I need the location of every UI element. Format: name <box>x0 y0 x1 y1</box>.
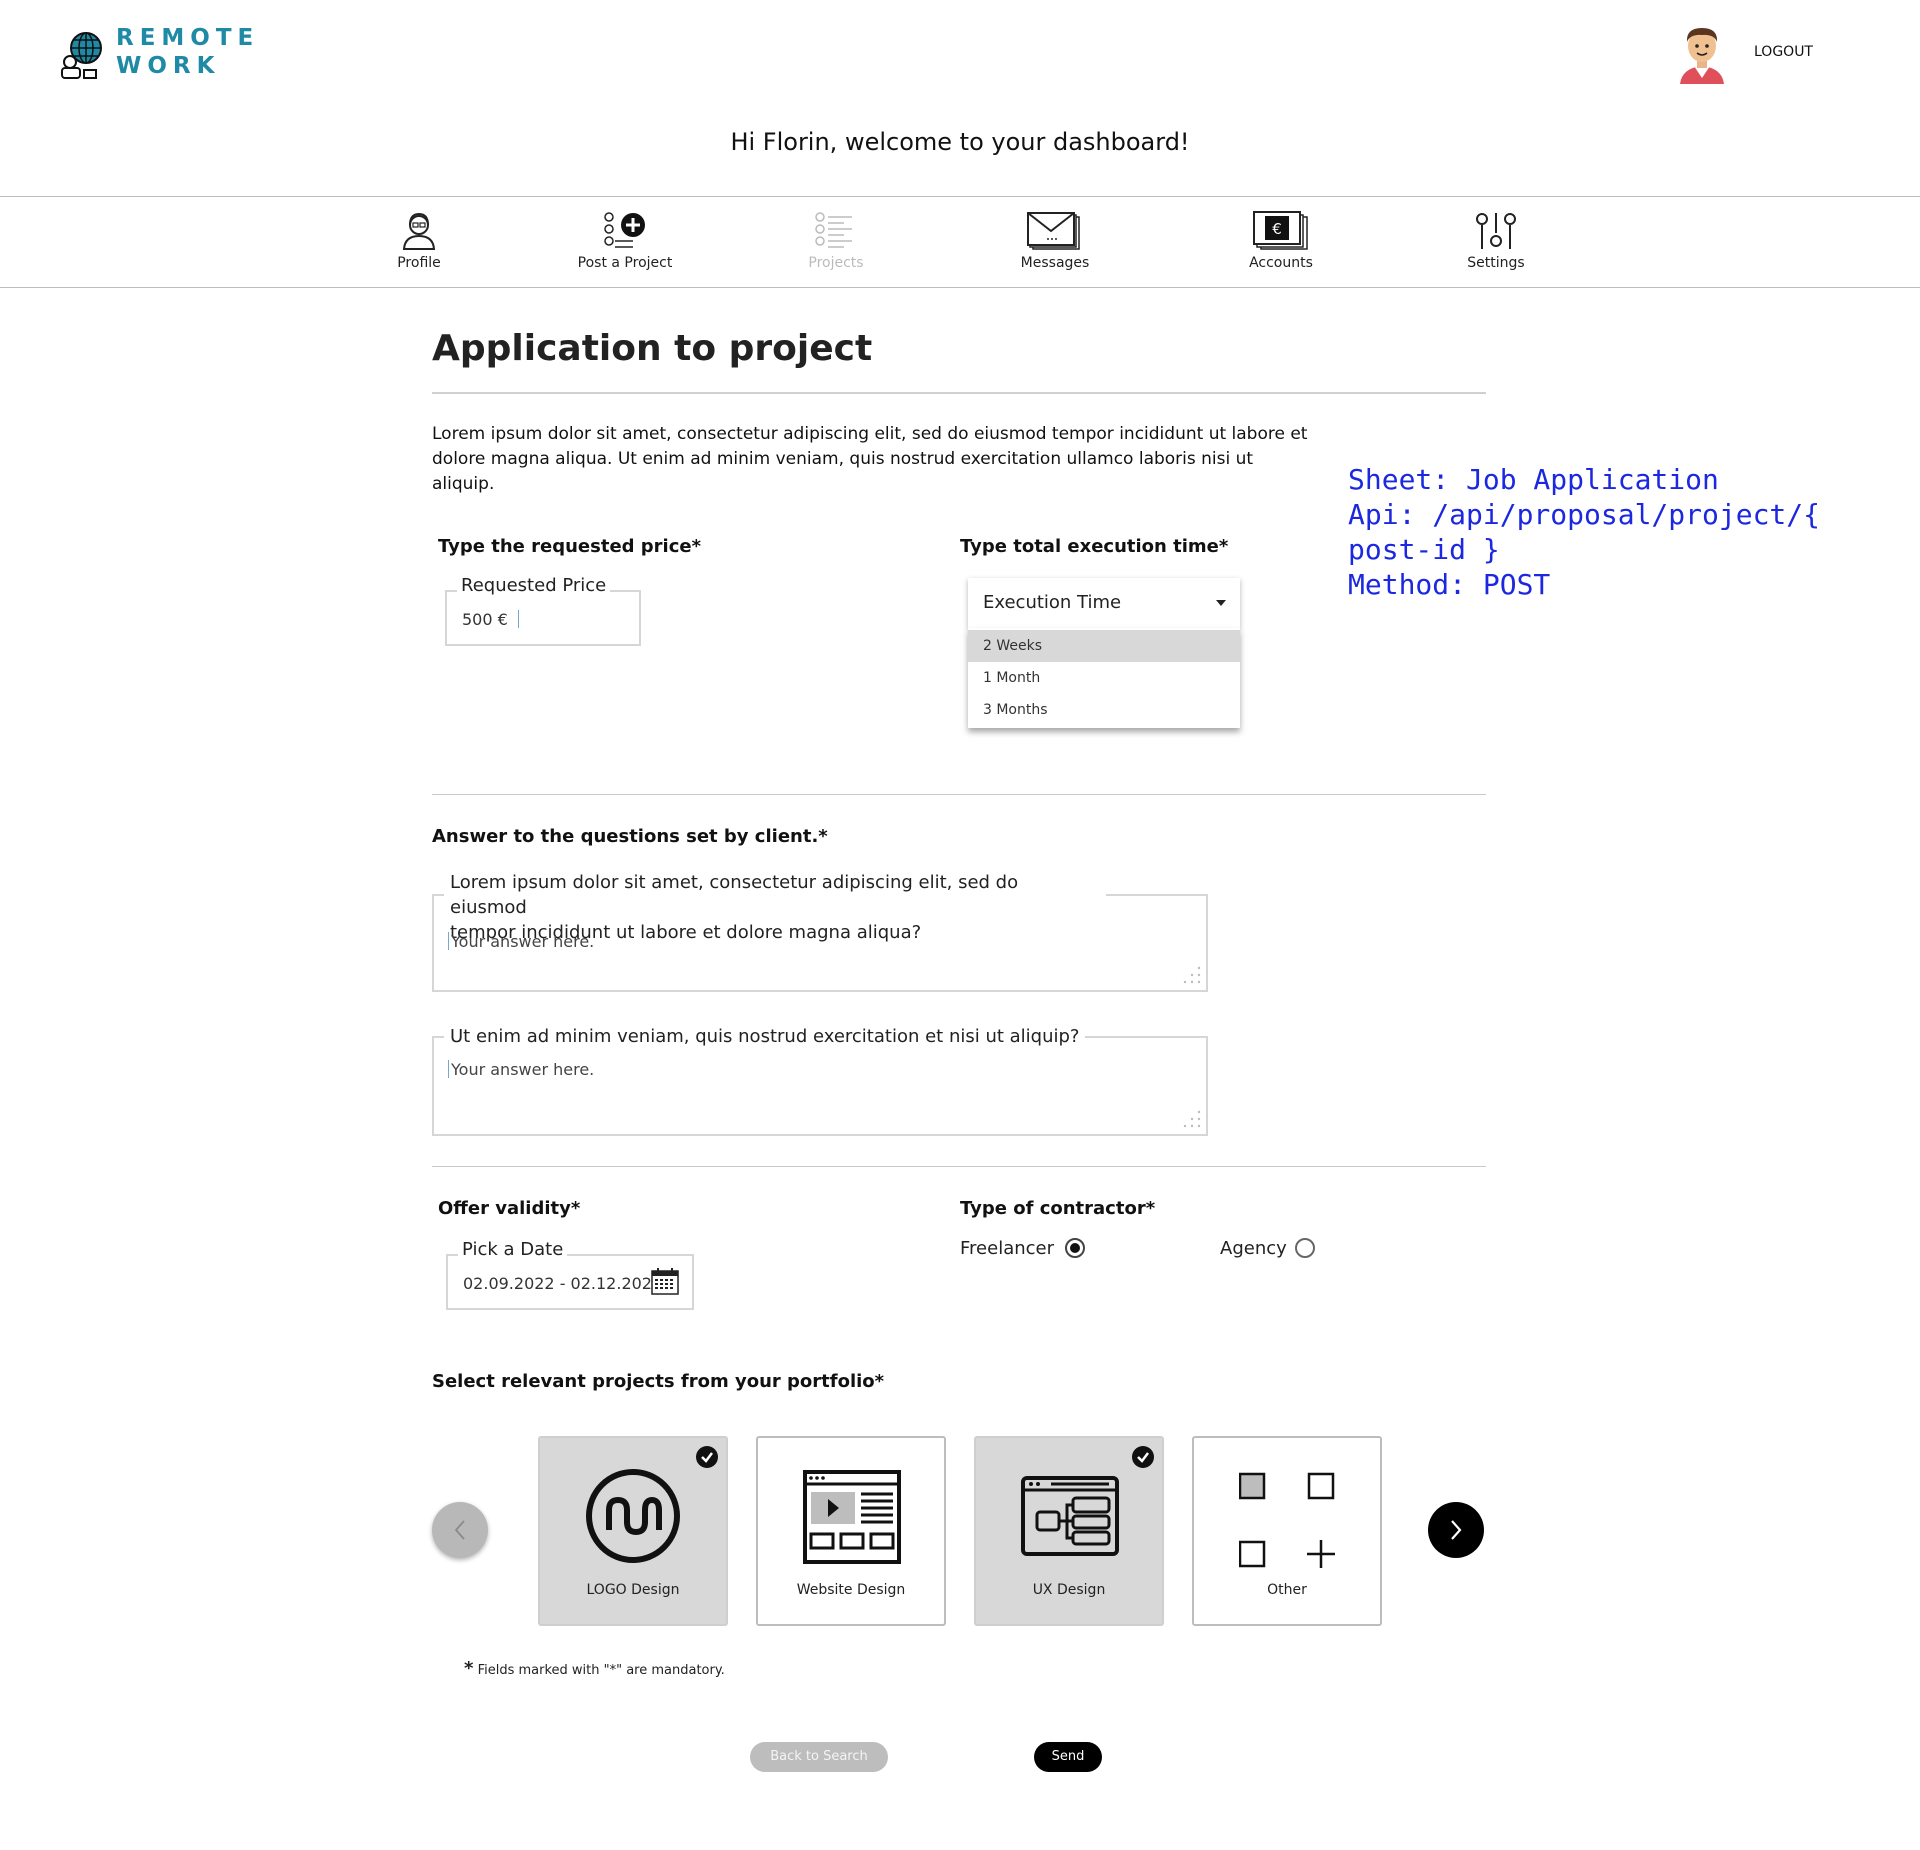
api-note-method: Method: POST <box>1348 568 1551 601</box>
execution-label: Type total execution time* <box>960 536 1229 557</box>
answer-2-field[interactable]: Ut enim ad minim veniam, quis nostrud ex… <box>432 1024 1208 1136</box>
question-2-text: Ut enim ad minim veniam, quis nostrud ex… <box>444 1024 1086 1049</box>
carousel-prev-button[interactable] <box>432 1502 488 1558</box>
nav-item-post-project[interactable]: Post a Project <box>555 211 695 271</box>
messages-icon <box>1027 212 1080 250</box>
requested-price-value[interactable]: 500 € <box>462 610 521 629</box>
logo-line-2: WORK <box>116 53 221 79</box>
main-nav: Profile Post a Project Projects Messages… <box>0 196 1920 288</box>
ux-design-icon <box>1021 1476 1119 1556</box>
card-label-other: Other <box>1267 1582 1307 1598</box>
portfolio-card-logo-design[interactable]: LOGO Design <box>538 1436 728 1626</box>
other-icon <box>1239 1472 1335 1568</box>
answer-1-placeholder[interactable]: Your answer here. <box>448 932 594 951</box>
execution-time-dropdown[interactable]: Execution Time <box>968 578 1240 628</box>
offer-validity-date-field[interactable]: Pick a Date 02.09.2022 - 02.12.2022 <box>446 1239 694 1310</box>
check-icon <box>1132 1446 1154 1468</box>
logo-wordmark[interactable]: REMOTE WORK <box>116 24 259 80</box>
nav-item-settings[interactable]: Settings <box>1426 211 1566 271</box>
avatar[interactable] <box>1674 22 1730 84</box>
nav-label-settings: Settings <box>1467 255 1525 271</box>
settings-icon <box>1476 213 1516 249</box>
carousel-next-button[interactable] <box>1428 1502 1484 1558</box>
validity-label: Offer validity* <box>438 1198 581 1219</box>
section-divider <box>432 794 1486 795</box>
send-button[interactable]: Send <box>1034 1742 1102 1772</box>
answer-2-placeholder[interactable]: Your answer here. <box>448 1060 594 1079</box>
resize-handle-icon[interactable] <box>1180 1108 1202 1130</box>
page-title: Application to project <box>432 328 873 369</box>
card-label-ux-design: UX Design <box>1032 1582 1106 1598</box>
back-to-search-button[interactable]: Back to Search <box>750 1742 888 1772</box>
execution-time-placeholder: Execution Time <box>983 592 1122 613</box>
portfolio-card-other[interactable]: Other <box>1192 1436 1382 1626</box>
logo-design-icon <box>586 1469 680 1563</box>
logo-line-1: REMOTE <box>116 25 260 51</box>
freelancer-label: Freelancer <box>960 1238 1055 1259</box>
answer-1-field[interactable]: Lorem ipsum dolor sit amet, consectetur … <box>432 870 1208 992</box>
welcome-message: Hi Florin, welcome to your dashboard! <box>730 128 1190 156</box>
chevron-left-icon <box>454 1520 465 1540</box>
api-note-sheet: Sheet: Job Application <box>1348 463 1719 496</box>
agency-radio[interactable] <box>1295 1238 1315 1258</box>
nav-label-messages: Messages <box>1020 255 1090 271</box>
check-icon <box>696 1446 718 1468</box>
menu-option-1-month[interactable]: 1 Month <box>968 662 1240 694</box>
post-project-icon <box>604 212 645 248</box>
card-label-website-design: Website Design <box>796 1582 906 1598</box>
nav-item-messages[interactable]: Messages <box>985 211 1125 271</box>
nav-item-projects[interactable]: Projects <box>766 211 906 271</box>
mandatory-footnote: * Fields marked with "*" are mandatory. <box>464 1658 725 1679</box>
logout-link[interactable]: LOGOUT <box>1754 44 1813 60</box>
offer-validity-legend: Pick a Date <box>458 1239 568 1260</box>
portfolio-label: Select relevant projects from your portf… <box>432 1371 885 1392</box>
nav-label-post-project: Post a Project <box>577 255 673 271</box>
nav-label-profile: Profile <box>397 255 441 271</box>
nav-label-projects: Projects <box>808 255 864 271</box>
logo-globe-icon <box>61 32 102 79</box>
section-divider <box>432 1166 1486 1167</box>
projects-icon <box>815 212 852 248</box>
profile-icon <box>402 212 436 250</box>
chevron-right-icon <box>1451 1520 1462 1540</box>
agency-label: Agency <box>1220 1238 1287 1259</box>
api-note: Sheet: Job Application Api: /api/proposa… <box>1348 462 1920 602</box>
api-note-endpoint: Api: /api/proposal/project/{ post-id } <box>1348 498 1821 566</box>
svg-text:€: € <box>1272 220 1282 238</box>
requested-price-legend: Requested Price <box>457 575 611 596</box>
requested-price-field[interactable]: Requested Price 500 € <box>445 575 641 646</box>
nav-item-accounts[interactable]: € Accounts <box>1211 211 1351 271</box>
contractor-label: Type of contractor* <box>960 1198 1156 1219</box>
questions-label: Answer to the questions set by client.* <box>432 826 828 847</box>
menu-option-3-months[interactable]: 3 Months <box>968 694 1240 726</box>
calendar-icon[interactable] <box>650 1266 680 1296</box>
portfolio-card-ux-design[interactable]: UX Design <box>974 1436 1164 1626</box>
menu-option-2-weeks[interactable]: 2 Weeks <box>968 630 1240 662</box>
nav-item-profile[interactable]: Profile <box>349 211 489 271</box>
resize-handle-icon[interactable] <box>1180 964 1202 986</box>
portfolio-card-website-design[interactable]: Website Design <box>756 1436 946 1626</box>
offer-validity-value[interactable]: 02.09.2022 - 02.12.2022 <box>463 1274 662 1293</box>
accounts-icon: € <box>1253 211 1308 250</box>
execution-time-menu: 2 Weeks 1 Month 3 Months <box>968 628 1240 728</box>
freelancer-radio[interactable] <box>1065 1238 1085 1258</box>
website-design-icon <box>803 1470 901 1564</box>
title-divider <box>432 392 1486 394</box>
nav-label-accounts: Accounts <box>1249 255 1313 271</box>
card-label-logo-design: LOGO Design <box>586 1582 680 1598</box>
intro-text: Lorem ipsum dolor sit amet, consectetur … <box>432 424 1308 494</box>
caret-down-icon <box>1216 600 1226 606</box>
price-label: Type the requested price* <box>438 536 702 557</box>
